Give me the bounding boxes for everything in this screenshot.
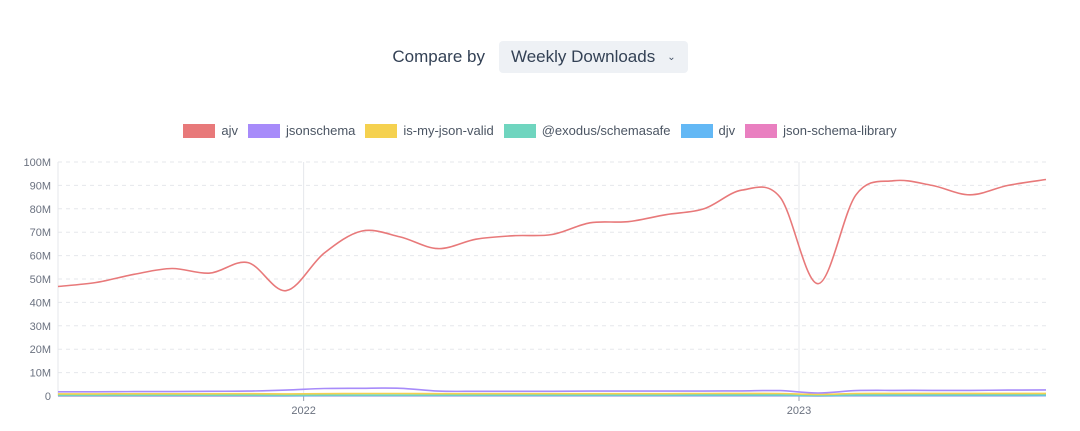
series-line-jsonschema [58, 387, 1047, 394]
series-line-exodus-schemasafe [58, 393, 1047, 397]
y-tick-label: 20M [30, 344, 51, 356]
y-tick-label: 80M [30, 204, 51, 216]
y-tick-label: 100M [23, 157, 51, 169]
x-tick-label: 2022 [291, 405, 315, 417]
y-tick-label: 10M [30, 368, 51, 380]
y-tick-label: 50M [30, 274, 51, 286]
x-tick-label: 2023 [787, 405, 811, 417]
y-tick-label: 70M [30, 227, 51, 239]
series-line-ajv [57, 178, 1047, 292]
downloads-chart: 0 10M 20M 30M 40M 50M 60M 70M 80M 90M 100M 2022 2023 [23, 157, 1047, 417]
y-tick-label: 60M [30, 251, 51, 263]
y-tick-label: 30M [30, 321, 51, 333]
y-tick-label: 90M [30, 180, 51, 192]
y-tick-label: 0 [45, 391, 51, 403]
y-tick-label: 40M [30, 297, 51, 309]
